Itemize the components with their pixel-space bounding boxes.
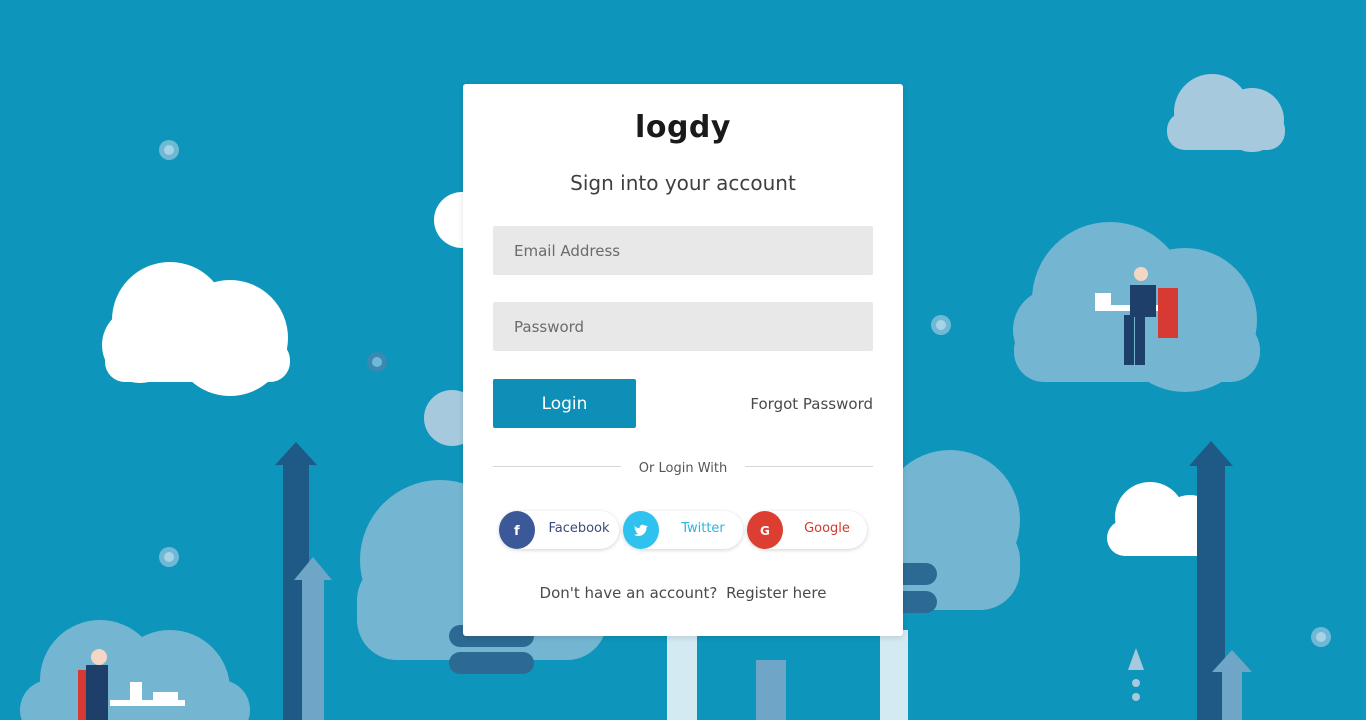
- email-input[interactable]: [493, 226, 873, 275]
- arrow-right: [1189, 441, 1252, 720]
- login-card: logdy Sign into your account Login Forgo…: [463, 84, 903, 636]
- google-login-button[interactable]: G Google: [747, 511, 867, 549]
- register-prompt-text: Don't have an account?: [539, 584, 718, 602]
- facebook-login-button[interactable]: f Facebook: [499, 511, 619, 549]
- form-title: Sign into your account: [570, 171, 796, 195]
- or-login-with-label: Or Login With: [638, 461, 728, 476]
- brand-logo: logdy: [635, 110, 731, 145]
- marker: [1128, 648, 1144, 701]
- arrow-center: [667, 630, 908, 720]
- register-link[interactable]: Register here: [726, 584, 826, 602]
- cloud-top-right: [1167, 74, 1285, 152]
- facebook-icon: f: [499, 511, 535, 549]
- google-label: Google: [804, 521, 850, 536]
- forgot-password-link[interactable]: Forgot Password: [750, 395, 873, 413]
- divider-right: [745, 466, 873, 467]
- twitter-label: Twitter: [681, 521, 725, 536]
- arrow-left: [275, 442, 332, 720]
- twitter-login-button[interactable]: Twitter: [623, 511, 743, 549]
- cloud-left-white: [102, 262, 290, 396]
- svg-text:G: G: [760, 524, 770, 537]
- facebook-label: Facebook: [548, 521, 610, 536]
- google-icon: G: [747, 511, 783, 549]
- svg-text:f: f: [514, 524, 520, 537]
- login-button[interactable]: Login: [493, 379, 636, 428]
- twitter-icon: [623, 511, 659, 549]
- password-input[interactable]: [493, 302, 873, 351]
- register-prompt: Don't have an account? Register here: [463, 584, 903, 602]
